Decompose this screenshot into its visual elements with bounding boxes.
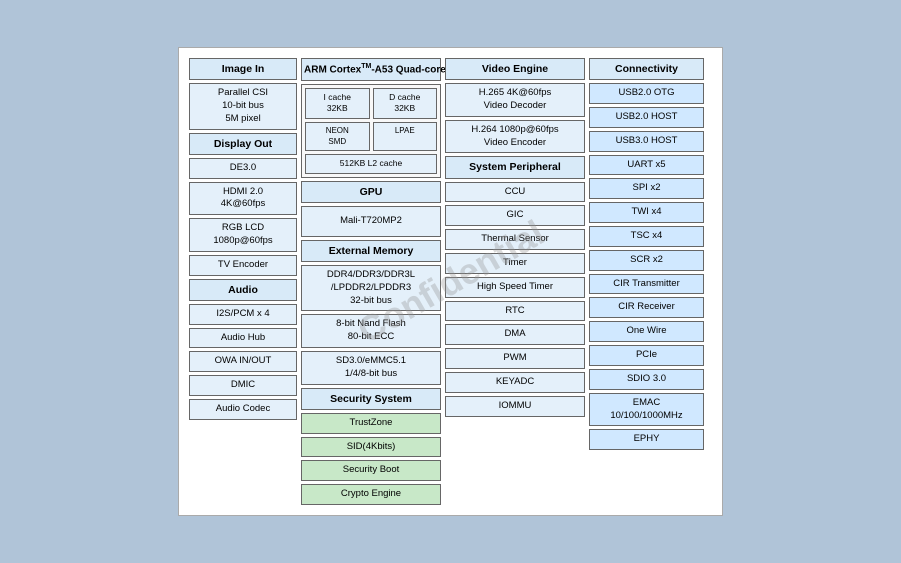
security-boot-block: Security Boot [301, 460, 441, 481]
one-wire-block: One Wire [589, 321, 704, 342]
crypto-engine-block: Crypto Engine [301, 484, 441, 505]
arm-cache-row: I cache 32KB D cache 32KB [305, 88, 437, 119]
audio-codec-block: Audio Codec [189, 399, 297, 420]
ddr-block: DDR4/DDR3/DDR3L /LPDDR2/LPDDR3 32-bit bu… [301, 265, 441, 311]
lpae-block: LPAE [373, 122, 438, 152]
dmic-block: DMIC [189, 375, 297, 396]
ephy-block: EPHY [589, 429, 704, 450]
neon-block: NEON SMD [305, 122, 370, 152]
gic-block: GIC [445, 205, 585, 226]
display-out-header: Display Out [189, 133, 297, 155]
arm-neon-row: NEON SMD LPAE [305, 122, 437, 152]
main-layout: Image In Parallel CSI 10-bit bus 5M pixe… [189, 58, 712, 505]
connectivity-header: Connectivity [589, 58, 704, 80]
de30-block: DE3.0 [189, 158, 297, 179]
scr-block: SCR x2 [589, 250, 704, 271]
keyadc-block: KEYADC [445, 372, 585, 393]
l2-cache-block: 512KB L2 cache [305, 154, 437, 173]
cir-tx-block: CIR Transmitter [589, 274, 704, 295]
icache-label: I cache 32KB [324, 92, 351, 113]
icache-block: I cache 32KB [305, 88, 370, 119]
rgb-lcd-block: RGB LCD 1080p@60fps [189, 218, 297, 252]
parallel-csi-label: Parallel CSI 10-bit bus 5M pixel [218, 87, 268, 124]
emac-block: EMAC 10/100/1000MHz [589, 393, 704, 427]
trustzone-block: TrustZone [301, 413, 441, 434]
usb3host-block: USB3.0 HOST [589, 131, 704, 152]
hdmi-block: HDMI 2.0 4K@60fps [189, 182, 297, 216]
parallel-csi-block: Parallel CSI 10-bit bus 5M pixel [189, 83, 297, 129]
column-3: Video Engine H.265 4K@60fps Video Decode… [445, 58, 585, 505]
usb2host-block: USB2.0 HOST [589, 107, 704, 128]
image-in-header: Image In [189, 58, 297, 80]
chip-diagram: Confidential Image In Parallel CSI 10-bi… [178, 47, 723, 516]
mali-block: Mali-T720MP2 [301, 206, 441, 237]
arm-title: ARM CortexTM-A53 Quad-core [301, 58, 441, 81]
rtc-block: RTC [445, 301, 585, 322]
usb2otg-block: USB2.0 OTG [589, 83, 704, 104]
owa-block: OWA IN/OUT [189, 351, 297, 372]
cir-rx-block: CIR Receiver [589, 297, 704, 318]
column-1: Image In Parallel CSI 10-bit bus 5M pixe… [189, 58, 297, 505]
sdio-block: SDIO 3.0 [589, 369, 704, 390]
iommu-block: IOMMU [445, 396, 585, 417]
spi-block: SPI x2 [589, 178, 704, 199]
pcie-block: PCIe [589, 345, 704, 366]
tsc-block: TSC x4 [589, 226, 704, 247]
thermal-sensor-block: Thermal Sensor [445, 229, 585, 250]
tv-encoder-block: TV Encoder [189, 255, 297, 276]
h265-block: H.265 4K@60fps Video Decoder [445, 83, 585, 117]
audio-hub-block: Audio Hub [189, 328, 297, 349]
ext-mem-header: External Memory [301, 240, 441, 262]
timer-block: Timer [445, 253, 585, 274]
nand-block: 8-bit Nand Flash 80-bit ECC [301, 314, 441, 348]
dcache-block: D cache 32KB [373, 88, 438, 119]
column-2: ARM CortexTM-A53 Quad-core I cache 32KB … [301, 58, 441, 505]
high-speed-timer-block: High Speed Timer [445, 277, 585, 298]
sys-peripheral-header: System Peripheral [445, 156, 585, 178]
audio-header: Audio [189, 279, 297, 301]
dma-block: DMA [445, 324, 585, 345]
column-4: Connectivity USB2.0 OTG USB2.0 HOST USB3… [589, 58, 704, 505]
pwm-block: PWM [445, 348, 585, 369]
i2s-block: I2S/PCM x 4 [189, 304, 297, 325]
security-header: Security System [301, 388, 441, 410]
video-engine-header: Video Engine [445, 58, 585, 80]
gpu-header: GPU [301, 181, 441, 203]
sd-block: SD3.0/eMMC5.1 1/4/8-bit bus [301, 351, 441, 385]
rgb-lcd-label: RGB LCD 1080p@60fps [213, 222, 272, 246]
ccu-block: CCU [445, 182, 585, 203]
sid-block: SID(4Kbits) [301, 437, 441, 458]
dcache-label: D cache 32KB [389, 92, 420, 113]
arm-core-block: I cache 32KB D cache 32KB NEON SMD LPAE … [301, 84, 441, 178]
h264-block: H.264 1080p@60fps Video Encoder [445, 120, 585, 154]
uart-block: UART x5 [589, 155, 704, 176]
hdmi-label: HDMI 2.0 4K@60fps [221, 186, 266, 210]
twi-block: TWI x4 [589, 202, 704, 223]
